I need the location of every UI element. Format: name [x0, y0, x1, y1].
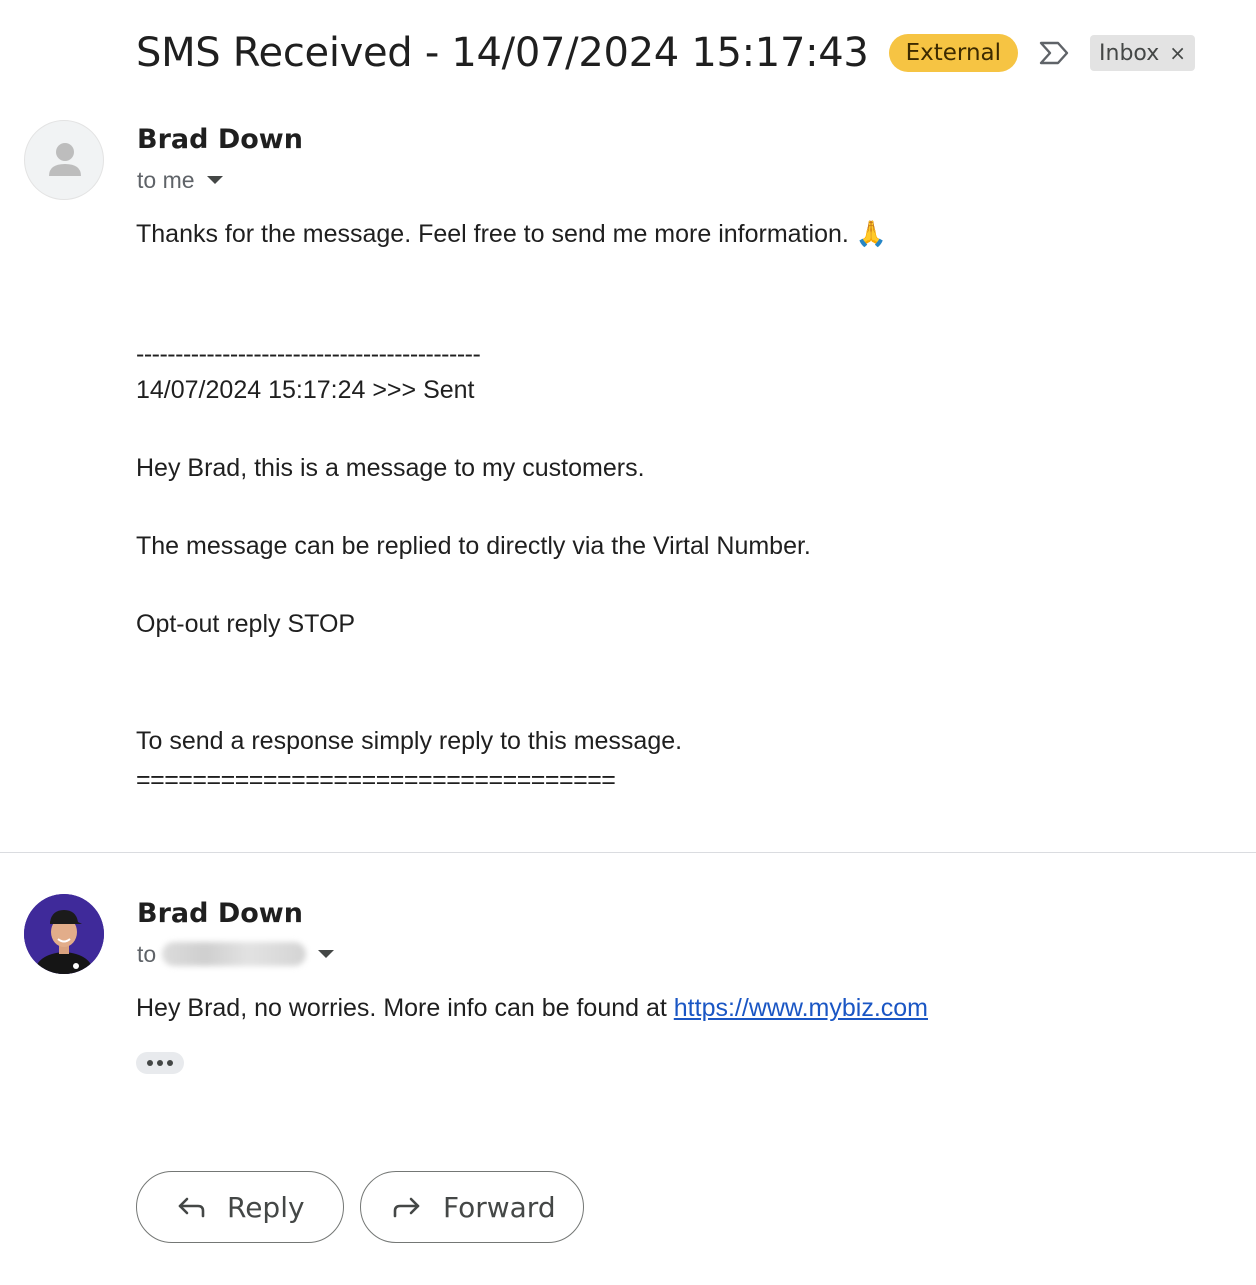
separator-equals: ================================== [136, 766, 616, 794]
show-details-chevron-icon[interactable] [318, 950, 335, 958]
recipient-details[interactable]: to me [137, 164, 223, 196]
mybiz-link[interactable]: https://www.mybiz.com [674, 994, 928, 1022]
sender-avatar-photo[interactable] [24, 894, 104, 974]
message-divider [0, 852, 1256, 853]
thread-subject: SMS Received - 14/07/2024 15:17:43 [136, 30, 869, 76]
separator-dashes: ----------------------------------------… [136, 340, 481, 368]
recipient-prefix: to [137, 940, 157, 967]
reply-button[interactable]: Reply [136, 1171, 344, 1243]
email-thread-view: SMS Received - 14/07/2024 15:17:43 Exter… [0, 0, 1256, 1285]
message-line-greeting: Hey Brad, this is a message to my custom… [136, 454, 645, 482]
sender-name[interactable]: Brad Down [137, 124, 303, 155]
sender-avatar-default[interactable] [24, 120, 104, 200]
recipient-details[interactable]: to [137, 938, 335, 970]
forward-arrow-icon [391, 1192, 425, 1222]
message-line-intro: Thanks for the message. Feel free to sen… [136, 220, 887, 248]
message-body: Hey Brad, no worries. More info can be f… [136, 994, 928, 1023]
forward-button[interactable]: Forward [360, 1171, 584, 1243]
show-details-chevron-icon[interactable] [206, 176, 223, 184]
message-body-text: Hey Brad, no worries. More info can be f… [136, 994, 674, 1022]
message-line-reply-info: The message can be replied to directly v… [136, 532, 811, 560]
sender-name[interactable]: Brad Down [137, 898, 303, 929]
external-badge: External [888, 34, 1019, 72]
recipient-text: to me [137, 166, 195, 193]
reply-arrow-icon [175, 1192, 209, 1222]
thread-header: SMS Received - 14/07/2024 15:17:43 Exter… [136, 26, 1195, 80]
redacted-recipient-address [162, 942, 307, 966]
forward-label: Forward [443, 1190, 556, 1224]
remove-label-icon[interactable]: × [1169, 41, 1186, 65]
message-line-opt-out: Opt-out reply STOP [136, 610, 356, 638]
more-horizontal-icon[interactable] [136, 1052, 184, 1074]
default-person-icon [49, 143, 81, 176]
message-line-timestamp: 14/07/2024 15:17:24 >>> Sent [136, 376, 475, 404]
inbox-label-text: Inbox [1099, 40, 1160, 66]
inbox-label-chip: Inbox × [1090, 35, 1195, 71]
message-line-instruction: To send a response simply reply to this … [136, 727, 683, 755]
importance-marker-icon[interactable] [1038, 39, 1072, 67]
reply-label: Reply [227, 1190, 305, 1224]
profile-photo [24, 894, 104, 974]
